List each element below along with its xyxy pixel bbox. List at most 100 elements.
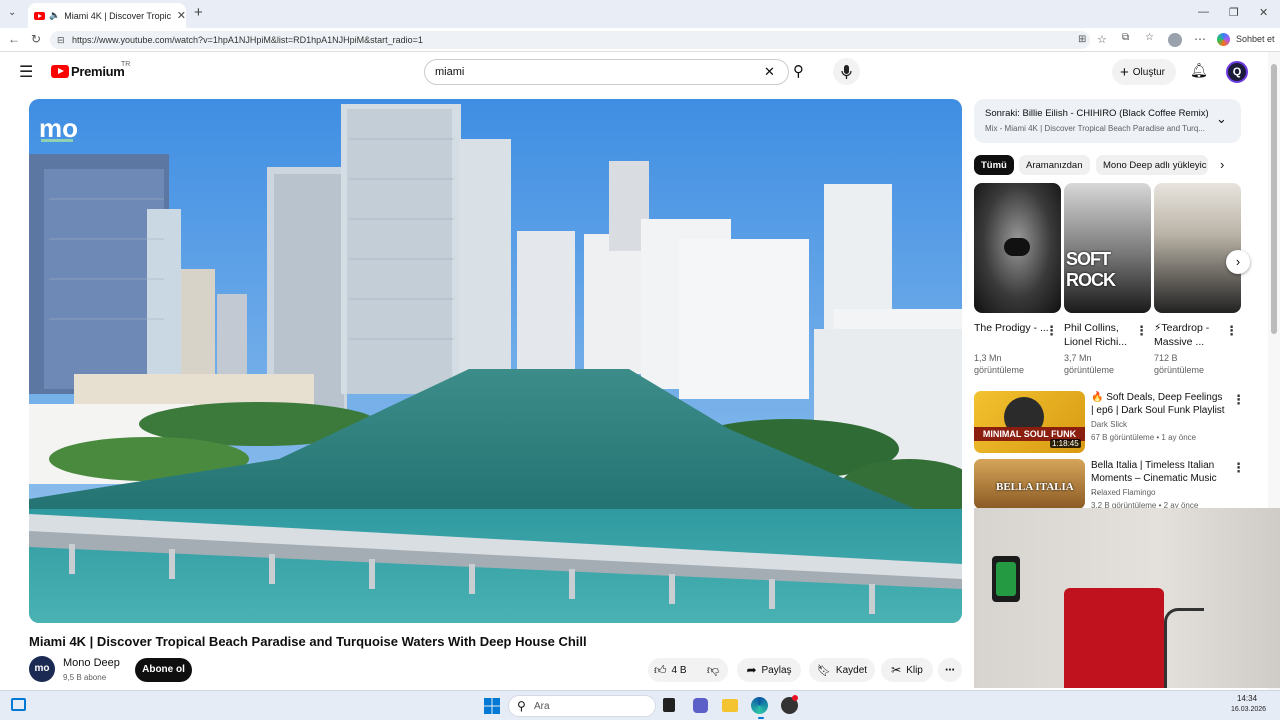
related-video-meta-1: 67 B görüntüleme • 1 ay önce xyxy=(1091,433,1197,442)
bookmark-icon: 🔖︎ xyxy=(816,664,831,677)
share-label: Paylaş xyxy=(761,664,792,676)
card-title-1[interactable]: The Prodigy - ... xyxy=(974,321,1054,335)
expand-chevron-icon[interactable]: ⌄ xyxy=(1216,111,1227,127)
chat-button[interactable]: Sohbet et xyxy=(1236,34,1275,44)
tab-list-chevron-icon[interactable]: ⌄ xyxy=(8,7,16,18)
video-player[interactable]: mo xyxy=(29,99,962,623)
clear-search-icon[interactable]: ✕ xyxy=(764,60,775,84)
avatar-letter: Q xyxy=(1232,66,1242,78)
channel-avatar[interactable]: mo xyxy=(29,656,55,682)
create-button[interactable]: + Oluştur xyxy=(1112,59,1176,85)
next-up-label: Sonraki: Billie Eilish - CHIHIRO (Black … xyxy=(985,108,1209,119)
card-thumbnail-prodigy[interactable] xyxy=(974,183,1061,313)
new-tab-plus-icon[interactable]: + xyxy=(194,4,203,21)
webcam-overlay xyxy=(974,508,1280,688)
chips-next-chevron-icon[interactable]: › xyxy=(1220,157,1224,172)
taskbar-search-box[interactable]: ⚲ Ara xyxy=(508,695,656,717)
share-button[interactable]: ➦ Paylaş xyxy=(737,658,801,682)
related-video-title-1[interactable]: 🔥 Soft Deals, Deep Feelings | ep6 | Dark… xyxy=(1091,391,1226,417)
chip-from-search[interactable]: Aramanızdan xyxy=(1019,155,1090,175)
card-views-1: 1,3 Mn görüntüleme xyxy=(974,353,1025,375)
premium-logo-text[interactable]: Premium xyxy=(71,64,125,79)
related-video-2-menu-icon[interactable]: ⋮ xyxy=(1232,460,1245,476)
scrollbar-thumb[interactable] xyxy=(1271,64,1277,334)
save-label: Kaydet xyxy=(835,664,868,676)
scissors-icon: ✂ xyxy=(891,663,902,677)
tab-close-icon[interactable]: ✕ xyxy=(177,9,186,22)
microphone-icon xyxy=(841,65,852,79)
task-view-icon[interactable] xyxy=(663,698,675,712)
subscribe-button[interactable]: Abone ol xyxy=(135,658,192,682)
card-title-2[interactable]: Phil Collins, Lionel Richi... xyxy=(1064,321,1144,349)
browser-tab-active[interactable]: 🔈 Miami 4K | Discover Tropical Beach ✕ xyxy=(28,3,186,28)
search-icon[interactable]: ⚲ xyxy=(793,62,804,80)
related-video-channel-2[interactable]: Relaxed Flamingo xyxy=(1091,488,1155,497)
playlist-next-panel[interactable]: Sonraki: Billie Eilish - CHIHIRO (Black … xyxy=(974,99,1241,143)
clock-date[interactable]: 16.03.2026 xyxy=(1231,706,1266,713)
clock-time[interactable]: 14:34 xyxy=(1237,694,1257,703)
channel-avatar-text: mo xyxy=(34,663,50,674)
browser-tab-bar: ⌄ 🔈 Miami 4K | Discover Tropical Beach ✕… xyxy=(0,0,1280,28)
like-button[interactable]: 👍︎ 4 B xyxy=(648,658,698,682)
url-field[interactable]: ⊟ https://www.youtube.com/watch?v=1hpA1N… xyxy=(50,31,1107,49)
teams-icon[interactable] xyxy=(693,698,708,713)
dislike-button[interactable]: 👎︎ xyxy=(698,658,728,682)
save-button[interactable]: 🔖︎ Kaydet xyxy=(809,658,875,682)
thumbs-up-icon: 👍︎ xyxy=(654,662,667,677)
video-thumbnail-bella-italia[interactable]: BELLA ITALIA xyxy=(974,459,1085,509)
speaker-icon[interactable]: 🔈 xyxy=(49,10,60,21)
youtube-header: ☰ Premium TR miami ✕ ⚲ + Oluştur 🔔︎ Q xyxy=(0,52,1268,92)
card-3-menu-icon[interactable]: ⋮ xyxy=(1225,323,1238,339)
app-install-icon[interactable]: ⊞ xyxy=(1078,31,1086,49)
active-app-indicator xyxy=(758,717,764,719)
windows-start-icon[interactable] xyxy=(484,698,500,714)
widgets-icon[interactable] xyxy=(11,698,26,711)
video-title: Miami 4K | Discover Tropical Beach Parad… xyxy=(29,634,587,649)
chip-uploader[interactable]: Mono Deep adlı yükleyic xyxy=(1096,155,1208,175)
chip-all[interactable]: Tümü xyxy=(974,155,1014,175)
favorite-star-icon[interactable]: ☆ xyxy=(1097,31,1107,49)
more-horizontal-icon: ⋯ xyxy=(945,664,955,676)
video-frame-miami-river: mo xyxy=(29,99,962,623)
favorites-icon[interactable]: ☆ xyxy=(1145,32,1154,43)
tab-title: Miami 4K | Discover Tropical Beach xyxy=(64,10,171,21)
search-input[interactable]: miami ✕ xyxy=(424,59,789,85)
window-close-icon[interactable]: ✕ xyxy=(1259,6,1268,19)
voice-search-button[interactable] xyxy=(833,58,860,85)
notifications-bell-icon[interactable]: 🔔︎ xyxy=(1190,62,1208,79)
subscriber-count: 9,5 B abone xyxy=(63,673,107,682)
account-avatar[interactable]: Q xyxy=(1226,61,1248,83)
cards-next-arrow-icon[interactable]: › xyxy=(1226,250,1250,274)
clip-label: Klip xyxy=(906,664,923,676)
hamburger-menu-icon[interactable]: ☰ xyxy=(19,62,33,82)
mix-label: Mix - Miami 4K | Discover Tropical Beach… xyxy=(985,124,1205,133)
youtube-logo-icon[interactable] xyxy=(51,65,69,78)
refresh-icon[interactable]: ↻ xyxy=(31,32,41,46)
back-arrow-icon[interactable]: ← xyxy=(8,32,20,46)
clip-button[interactable]: ✂ Klip xyxy=(881,658,933,682)
more-menu-icon[interactable]: ⋯ xyxy=(1194,32,1206,46)
channel-watermark-logo: mo xyxy=(39,113,78,143)
taskbar-search-label: Ara xyxy=(534,701,550,712)
profile-avatar-icon[interactable] xyxy=(1168,33,1182,47)
edge-browser-icon[interactable] xyxy=(751,697,768,714)
card-thumbnail-soft-rock[interactable]: SOFT ROCK xyxy=(1064,183,1151,313)
video-thumbnail-soul-funk[interactable]: MINIMAL SOUL FUNK 1:18:45 xyxy=(974,391,1085,453)
file-explorer-icon[interactable] xyxy=(722,699,738,712)
region-code: TR xyxy=(121,61,131,68)
site-info-icon[interactable]: ⊟ xyxy=(57,31,65,49)
create-label: Oluştur xyxy=(1132,66,1165,78)
card-thumbnail-teardrop[interactable] xyxy=(1154,183,1241,313)
channel-name[interactable]: Mono Deep xyxy=(63,657,120,669)
card-title-3[interactable]: ⚡Teardrop - Massive ... xyxy=(1154,321,1234,349)
extensions-icon[interactable]: ⧉ xyxy=(1122,32,1129,43)
thumbs-down-icon: 👎︎ xyxy=(706,662,720,677)
more-actions-button[interactable]: ⋯ xyxy=(938,658,962,682)
related-video-1-menu-icon[interactable]: ⋮ xyxy=(1232,392,1245,408)
card-1-menu-icon[interactable]: ⋮ xyxy=(1045,323,1058,339)
minimize-icon[interactable]: — xyxy=(1198,6,1209,18)
copilot-icon[interactable] xyxy=(1217,33,1230,46)
related-video-channel-1[interactable]: Dark Slick xyxy=(1091,420,1127,429)
restore-icon[interactable]: ❐ xyxy=(1229,6,1239,19)
card-2-menu-icon[interactable]: ⋮ xyxy=(1135,323,1148,339)
